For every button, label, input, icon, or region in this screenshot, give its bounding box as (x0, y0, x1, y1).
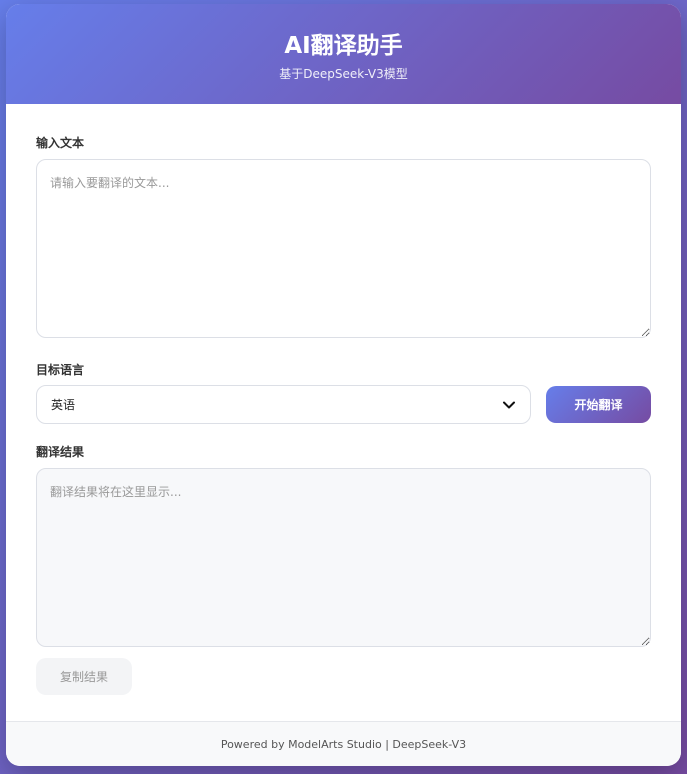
result-text-output[interactable] (36, 468, 651, 647)
copy-result-button[interactable]: 复制结果 (36, 658, 132, 695)
page-subtitle: 基于DeepSeek-V3模型 (279, 67, 408, 81)
chevron-down-icon (503, 401, 515, 408)
selected-language: 英语 (51, 398, 76, 412)
source-text-input[interactable] (36, 159, 651, 338)
translator-card: AI翻译助手 基于DeepSeek-V3模型 输入文本 目标语言 英语 开始翻译… (6, 4, 681, 766)
input-label: 输入文本 (36, 136, 85, 150)
main-content: 输入文本 目标语言 英语 开始翻译 翻译结果 复制结果 (6, 135, 681, 695)
language-row: 英语 开始翻译 (36, 385, 651, 424)
footer: Powered by ModelArts Studio | DeepSeek-V… (6, 721, 681, 766)
page-title: AI翻译助手 (284, 33, 403, 59)
header: AI翻译助手 基于DeepSeek-V3模型 (6, 4, 681, 104)
translate-button[interactable]: 开始翻译 (546, 386, 651, 423)
language-label: 目标语言 (36, 363, 85, 377)
target-language-select[interactable]: 英语 (36, 385, 531, 424)
result-label: 翻译结果 (36, 445, 85, 459)
